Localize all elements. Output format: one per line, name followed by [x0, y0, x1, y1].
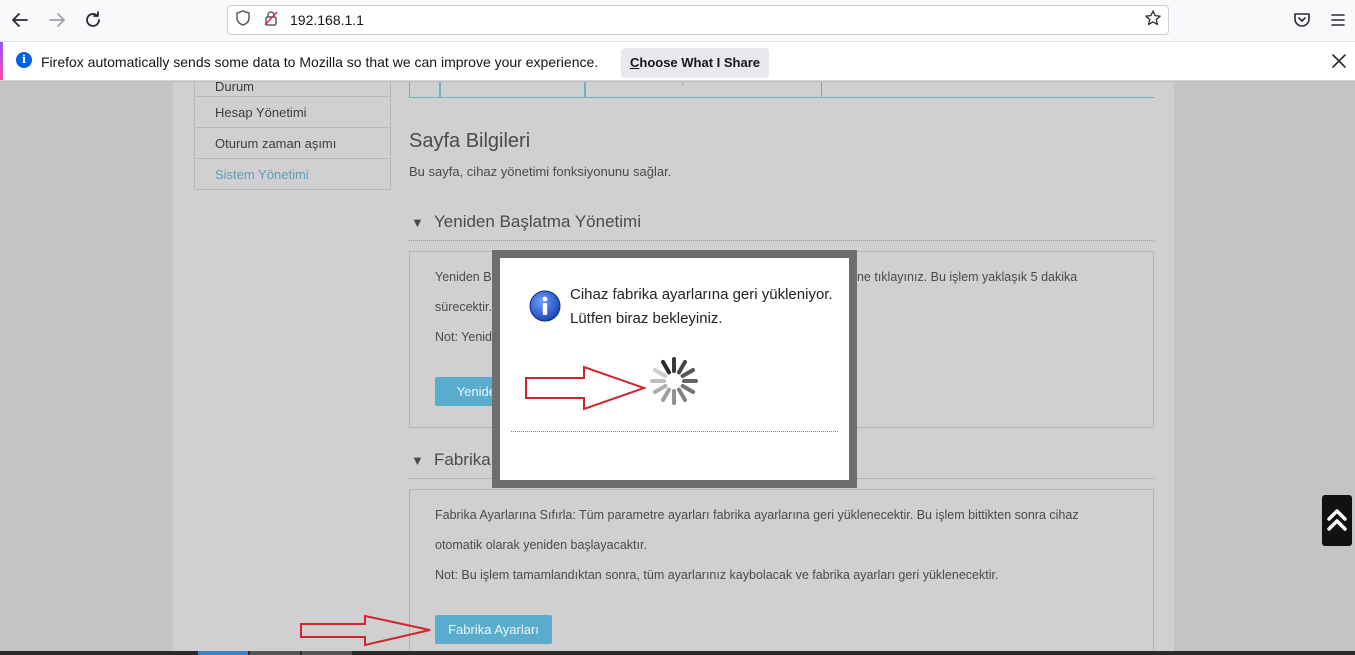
browser-toolbar: 192.168.1.1: [0, 0, 1355, 41]
taskbar-item-active[interactable]: [198, 651, 248, 655]
spinner-spoke: [680, 368, 696, 378]
notification-text: Firefox automatically sends some data to…: [41, 54, 599, 70]
shield-icon[interactable]: [232, 9, 254, 31]
factory-panel: Fabrika Ayarlarına Sıfırla: Tüm parametr…: [409, 489, 1154, 655]
page-subtitle: Bu sayfa, cihaz yönetimi fonksiyonunu sa…: [409, 164, 672, 179]
info-icon: [529, 290, 561, 322]
insecure-lock-icon[interactable]: [260, 9, 282, 31]
section-restart-header[interactable]: ▼ Yeniden Başlatma Yönetimi: [409, 209, 1154, 241]
double-chevron-up-icon: [1327, 509, 1347, 531]
forward-arrow-icon[interactable]: [45, 8, 69, 32]
factory-text-line1: Fabrika Ayarlarına Sıfırla: Tüm parametr…: [435, 508, 1079, 522]
factory-text-note: Not: Bu işlem tamamlandıktan sonra, tüm …: [435, 568, 999, 582]
url-text[interactable]: 192.168.1.1: [290, 6, 364, 34]
page-title: Sayfa Bilgileri: [409, 130, 531, 152]
restart-text-line1-left: Yeniden Ba: [435, 270, 499, 284]
spinner-spoke: [680, 384, 696, 394]
notification-accent-stripe: [0, 42, 3, 80]
section-restart-title: Yeniden Başlatma Yönetimi: [434, 212, 641, 231]
restart-text-line2: sürecektir.: [435, 300, 492, 314]
spinner-spoke: [652, 384, 668, 394]
spinner-spoke: [661, 387, 671, 403]
sidebar-item-session-timeout[interactable]: Oturum zaman aşımı: [194, 128, 391, 159]
sidebar: Durum Hesap Yönetimi Oturum zaman aşımı …: [194, 82, 391, 190]
factory-reset-button[interactable]: Fabrika Ayarları: [435, 615, 552, 644]
info-icon: i: [16, 52, 32, 68]
hamburger-menu-icon[interactable]: [1326, 8, 1350, 32]
annotation-arrow-spinner: [525, 365, 648, 411]
restart-text-line1-right: esine tıklayınız. Bu işlem yaklaşık 5 da…: [841, 270, 1078, 284]
taskbar-item[interactable]: [250, 651, 300, 655]
taskbar-item[interactable]: [302, 651, 352, 655]
spinner-spoke: [677, 359, 687, 375]
modal-message-line2: Lütfen biraz bekleyiniz.: [570, 310, 723, 327]
bookmark-star-icon[interactable]: [1142, 9, 1164, 31]
annotation-arrow-factory-button: [300, 614, 431, 647]
sidebar-item-system-management[interactable]: Sistem Yönetimi: [194, 159, 391, 190]
spinner-spoke: [677, 387, 687, 403]
tab-left-stub: [409, 82, 440, 98]
choose-what-i-share-button[interactable]: Choose What I Share: [621, 48, 769, 78]
modal-message-line1: Cihaz fabrika ayarlarına geri yükleniyor…: [570, 286, 833, 303]
factory-text-line2: otomatik olarak yeniden başlayacaktır.: [435, 538, 647, 552]
collapse-triangle-icon: ▼: [411, 215, 424, 230]
collapse-triangle-icon: ▼: [411, 453, 424, 468]
reload-icon[interactable]: [81, 8, 105, 32]
scroll-to-top-button[interactable]: [1322, 495, 1352, 546]
taskbar-strip: [0, 651, 1355, 655]
button-label-rest: hoose What I Share: [639, 55, 761, 70]
telemetry-notification-bar: i Firefox automatically sends some data …: [0, 41, 1355, 81]
back-arrow-icon[interactable]: [8, 8, 32, 32]
modal-divider: [511, 431, 838, 432]
section-factory-title: Fabrika: [434, 450, 491, 469]
tab-user-config-management[interactable]: Kullanıcı Yapılandırma Yönetimi: [585, 82, 822, 98]
sidebar-item-durum[interactable]: Durum: [194, 82, 391, 97]
spinner-spoke: [661, 359, 671, 375]
sidebar-item-account-management[interactable]: Hesap Yönetimi: [194, 97, 391, 128]
tab-bar: Cihaz Yönetimi Kullanıcı Yapılandırma Yö…: [409, 82, 1154, 98]
accesskey-letter: C: [629, 55, 640, 70]
tab-device-management[interactable]: Cihaz Yönetimi: [440, 82, 585, 98]
pocket-icon[interactable]: [1290, 8, 1314, 32]
restart-text-note: Not: Yenid: [435, 330, 492, 344]
url-bar[interactable]: 192.168.1.1: [227, 5, 1169, 35]
close-icon[interactable]: [1328, 50, 1350, 72]
loading-spinner-icon: [650, 357, 698, 405]
spinner-spoke: [652, 368, 668, 378]
